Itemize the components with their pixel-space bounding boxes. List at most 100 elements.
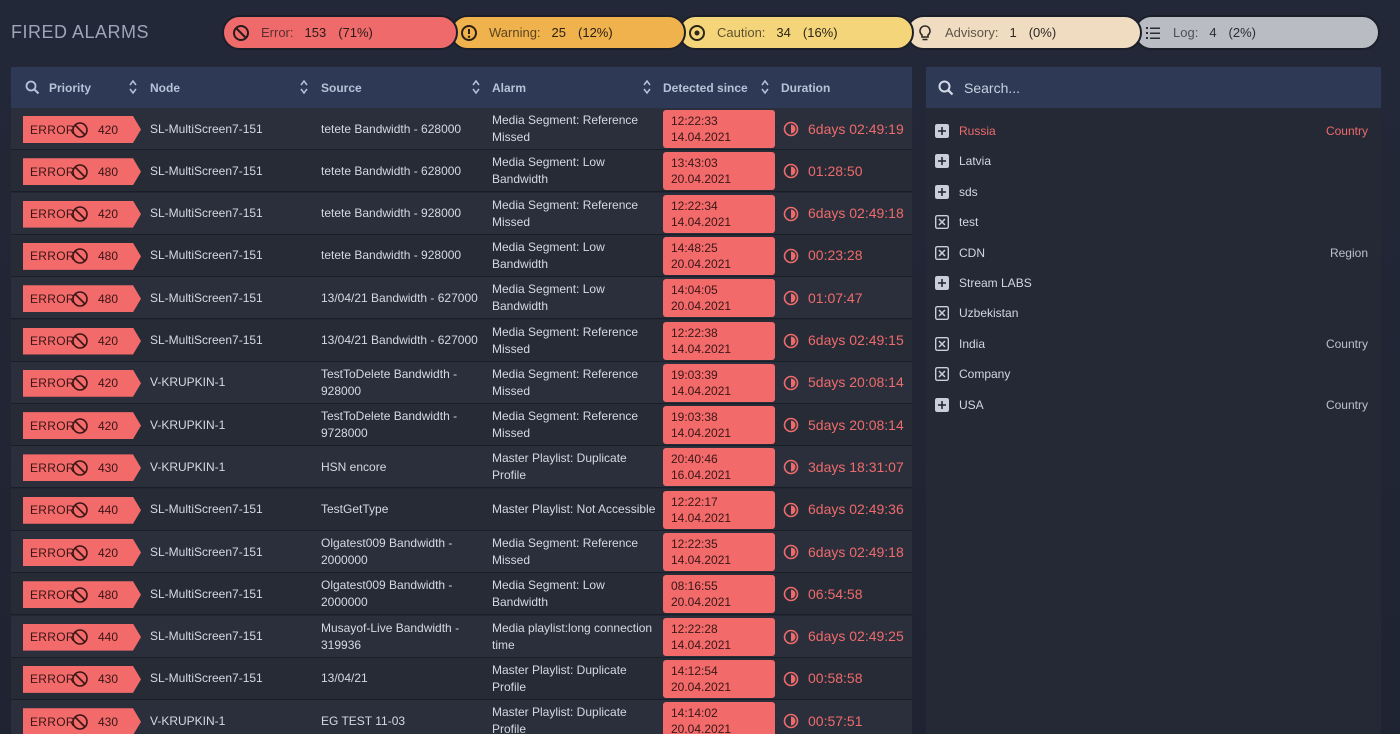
table-row[interactable]: ERROR 420 V-KRUPKIN-1 TestToDelete Bandwidt… <box>11 404 912 447</box>
warning-summary-badge[interactable]: Warning: 25 (12%) <box>450 15 686 50</box>
duration-header[interactable]: Duration <box>781 67 830 108</box>
detected-date: 14.04.2021 <box>671 426 732 441</box>
caution-summary-percent: (16%) <box>802 25 838 40</box>
search-icon[interactable] <box>25 80 40 95</box>
alarm-cell: Master Playlist: Duplicate Profile <box>492 451 627 483</box>
detected-time: 12:22:38 <box>671 325 718 340</box>
plus-box-icon[interactable] <box>935 276 949 290</box>
priority-header[interactable]: Priority <box>25 67 91 108</box>
log-summary-badge[interactable]: Log: 4 (2%) <box>1134 15 1380 50</box>
duration-cell: 6days 02:49:15 <box>783 320 912 362</box>
plus-box-icon[interactable] <box>935 397 949 412</box>
severity-badge: ERROR 420 <box>23 327 141 355</box>
filter-name: CDN <box>959 245 985 260</box>
sort-icon[interactable] <box>760 79 770 95</box>
table-row[interactable]: ERROR 480 SL-MultiScreen7-151 Olgatest009 B… <box>11 573 912 616</box>
clock-half-icon <box>783 460 799 475</box>
alarm-code: 430 <box>98 460 119 475</box>
filter-item[interactable]: Russia Country <box>926 116 1381 146</box>
alarm-cell: Media Segment: Low Bandwidth <box>492 239 605 271</box>
close-box-icon[interactable] <box>935 245 949 260</box>
close-box-icon[interactable] <box>935 336 949 351</box>
detected-cell: 20:40:46 16.04.2021 <box>663 448 775 487</box>
table-row[interactable]: ERROR 440 SL-MultiScreen7-151 TestGetType Ma… <box>11 488 912 531</box>
table-row[interactable]: ERROR 420 SL-MultiScreen7-151 Olgatest009 B… <box>11 531 912 573</box>
severity-badge: ERROR 430 <box>23 708 141 734</box>
alarm-cell: Media Segment: Reference Missed <box>492 409 639 441</box>
advisory-summary-count: 1 <box>1009 25 1017 40</box>
filter-item[interactable]: Stream LABS <box>926 268 1381 298</box>
filter-item[interactable]: Latvia <box>926 146 1381 176</box>
filter-item[interactable]: USA Country <box>926 390 1381 420</box>
node-cell: SL-MultiScreen7-151 <box>150 586 263 601</box>
sort-icon[interactable] <box>299 79 309 95</box>
table-row[interactable]: ERROR 430 V-KRUPKIN-1 EG TEST 11-03 Master P… <box>11 700 912 734</box>
alarm-header[interactable]: Alarm <box>492 67 526 108</box>
sort-icon[interactable] <box>642 79 652 95</box>
alarm-cell: Media Segment: Reference Missed <box>492 113 639 144</box>
duration-value: 06:54:58 <box>808 585 863 602</box>
source-cell: tetete Bandwidth - 928000 <box>321 248 462 263</box>
duration-cell: 5days 20:08:14 <box>783 362 912 404</box>
table-row[interactable]: ERROR 420 V-KRUPKIN-1 TestToDelete Bandwidt… <box>11 361 912 404</box>
detected-cell: 13:43:03 20.04.2021 <box>663 152 775 191</box>
alarm-cell: Media Segment: Low Bandwidth <box>492 282 605 314</box>
close-box-icon[interactable] <box>935 367 949 382</box>
alarm-header-label: Alarm <box>492 80 527 95</box>
table-row[interactable]: ERROR 480 SL-MultiScreen7-151 tetete Bandwi… <box>11 150 912 193</box>
detected-time: 12:22:33 <box>671 114 718 128</box>
close-box-icon[interactable] <box>935 306 949 321</box>
error-summary-badge[interactable]: Error: 153 (71%) <box>222 15 458 50</box>
table-row[interactable]: ERROR 430 SL-MultiScreen7-151 13/04/21 Maste… <box>11 657 912 700</box>
close-box-icon[interactable] <box>935 215 949 230</box>
node-header[interactable]: Node <box>150 67 180 108</box>
detected-cell: 19:03:38 14.04.2021 <box>663 406 775 445</box>
table-row[interactable]: ERROR 480 SL-MultiScreen7-151 tetete Bandwi… <box>11 234 912 277</box>
sort-icon[interactable] <box>128 79 138 95</box>
caution-summary-badge[interactable]: Caution: 34 (16%) <box>678 15 914 50</box>
filter-item[interactable]: test <box>926 207 1381 237</box>
table-row[interactable]: ERROR 420 SL-MultiScreen7-151 tetete Bandwi… <box>11 108 912 150</box>
detected-time: 19:03:39 <box>671 367 718 382</box>
plus-box-icon[interactable] <box>935 124 949 138</box>
error-summary-label: Error: <box>261 25 294 40</box>
filter-item[interactable]: CDN Region <box>926 238 1381 268</box>
filter-item[interactable]: Uzbekistan <box>926 298 1381 328</box>
filter-item[interactable]: sds <box>926 177 1381 207</box>
filter-tag: Region <box>1329 245 1368 260</box>
alarm-code: 480 <box>98 164 119 179</box>
table-row[interactable]: ERROR 420 SL-MultiScreen7-151 13/04/21 Band… <box>11 319 912 362</box>
detected-time: 19:03:38 <box>671 410 718 425</box>
plus-box-icon[interactable] <box>935 184 949 199</box>
clock-half-icon <box>783 248 799 264</box>
table-row[interactable]: ERROR 440 SL-MultiScreen7-151 Musayof-Live … <box>11 615 912 658</box>
priority-header-label: Priority <box>49 80 92 95</box>
severity-label: ERROR <box>30 334 75 348</box>
alarm-cell: Media Segment: Low Bandwidth <box>492 578 605 610</box>
detected-date: 14.04.2021 <box>671 383 732 398</box>
detected-header[interactable]: Detected since <box>663 67 748 108</box>
ban-icon <box>72 417 88 434</box>
table-row[interactable]: ERROR 430 V-KRUPKIN-1 HSN encore Master Play… <box>11 446 912 489</box>
clock-half-icon <box>783 333 799 348</box>
warning-summary-label: Warning: <box>489 25 541 40</box>
list-icon <box>1142 22 1164 44</box>
clock-half-icon <box>783 629 799 644</box>
advisory-summary-badge[interactable]: Advisory: 1 (0%) <box>906 15 1142 50</box>
duration-cell: 6days 02:49:36 <box>783 489 912 531</box>
severity-badge: ERROR 480 <box>23 285 141 313</box>
filter-item[interactable]: Company <box>926 359 1381 389</box>
search-input[interactable] <box>964 79 1344 96</box>
table-row[interactable]: ERROR 480 SL-MultiScreen7-151 13/04/21 Band… <box>11 277 912 320</box>
source-header[interactable]: Source <box>321 67 362 108</box>
source-cell: 13/04/21 Bandwidth - 627000 <box>321 333 478 347</box>
sort-icon[interactable] <box>471 79 481 95</box>
duration-cell: 3days 18:31:07 <box>783 446 912 488</box>
ban-icon <box>72 544 88 561</box>
severity-label: ERROR <box>30 376 75 391</box>
filter-item[interactable]: India Country <box>926 329 1381 359</box>
severity-label: ERROR <box>30 587 75 602</box>
plus-box-icon[interactable] <box>935 154 949 169</box>
source-cell: Olgatest009 Bandwidth - 2000000 <box>321 536 453 567</box>
table-row[interactable]: ERROR 420 SL-MultiScreen7-151 tetete Bandwi… <box>11 192 912 235</box>
